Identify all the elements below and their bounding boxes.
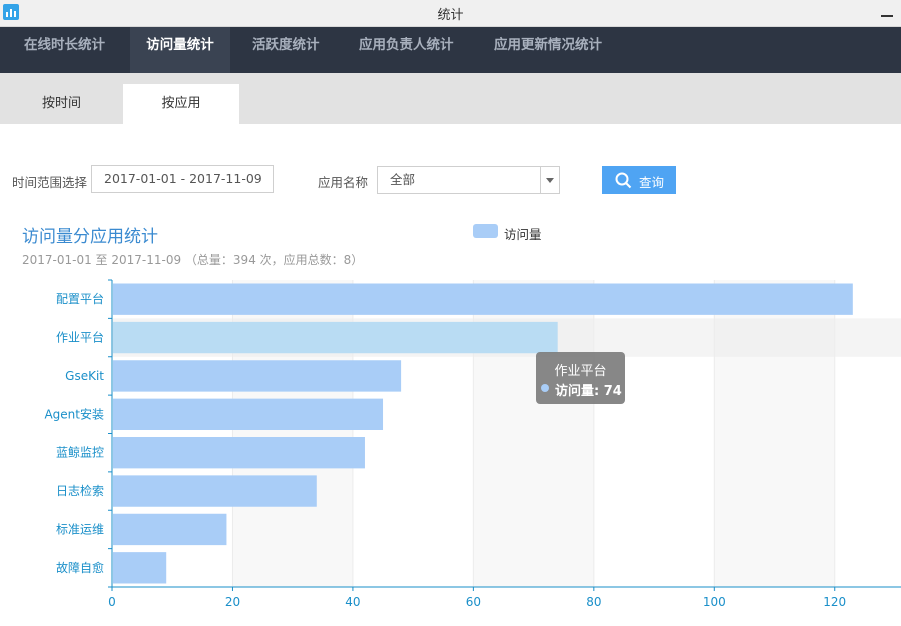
tab-app-owner[interactable]: 应用负责人统计	[359, 27, 469, 73]
chart-subtitle: 2017-01-01 至 2017-11-09 （总量：394 次，应用总数：8…	[22, 253, 364, 267]
tab-app-update[interactable]: 应用更新情况统计	[494, 27, 624, 73]
y-tick-label: 蓝鲸监控	[56, 445, 104, 460]
window-title: 统计	[437, 8, 464, 23]
x-tick-label: 100	[703, 595, 726, 609]
dropdown-arrow-icon[interactable]	[540, 167, 559, 193]
x-tick-label: 40	[345, 595, 360, 609]
date-range-input[interactable]: 2017-01-01 - 2017-11-09	[91, 165, 274, 193]
sub-navigation: 按时间 按应用	[0, 73, 901, 124]
app-name-label: 应用名称	[318, 175, 369, 190]
legend-label: 访问量	[504, 227, 542, 242]
y-tick-label: 日志检索	[56, 483, 104, 498]
top-navigation: 在线时长统计 访问量统计 活跃度统计 应用负责人统计 应用更新情况统计	[0, 27, 901, 73]
query-button-label: 查询	[639, 175, 665, 190]
y-tick-label: 故障自愈	[56, 560, 104, 575]
tab-activity[interactable]: 活跃度统计	[252, 27, 342, 73]
tab-online-duration[interactable]: 在线时长统计	[0, 27, 130, 73]
y-tick-label: 标准运维	[56, 522, 104, 536]
y-tick-label: 作业平台	[56, 330, 104, 345]
bar-6	[113, 513, 227, 546]
subtab-by-time[interactable]: 按时间	[0, 84, 123, 124]
bar-5	[113, 475, 317, 507]
x-tick-label: 80	[586, 595, 601, 609]
bar-2	[113, 360, 402, 392]
chart-title: 访问量分应用统计	[22, 227, 158, 247]
bar-4	[113, 437, 365, 469]
tab-visits[interactable]: 访问量统计	[130, 27, 230, 73]
bar-chart: 配置平台作业平台 GseKit Agent安装蓝鲸监控日志检索标准运维故障自愈 0 20…	[44, 279, 901, 609]
bar-7	[113, 552, 167, 584]
chart-tooltip: 作业平台 访问量: 74	[536, 352, 625, 404]
tooltip-title: 作业平台	[554, 364, 607, 379]
y-tick-label: Agent安装	[44, 406, 104, 421]
y-tick-label: 配置平台	[56, 291, 104, 306]
subtab-by-app[interactable]: 按应用	[123, 84, 239, 124]
search-icon	[615, 172, 632, 189]
bar-1	[113, 321, 558, 354]
time-range-label: 时间范围选择	[12, 175, 88, 190]
window-titlebar: 统计	[0, 0, 901, 27]
x-tick-label: 20	[225, 595, 240, 609]
minimize-icon[interactable]	[877, 0, 897, 24]
app-select[interactable]: 全部	[377, 166, 560, 194]
x-tick-label: 120	[823, 595, 846, 609]
x-tick-label: 60	[466, 595, 481, 609]
tooltip-dot-icon	[541, 384, 549, 392]
tooltip-value: 访问量: 74	[555, 384, 622, 399]
bar-0	[113, 283, 853, 315]
query-button[interactable]: 查询	[602, 166, 676, 194]
legend-swatch[interactable]	[473, 224, 498, 238]
x-tick-label: 0	[108, 595, 116, 609]
bar-3	[113, 398, 384, 430]
y-tick-label: GseKit	[65, 369, 104, 383]
app-select-value: 全部	[390, 172, 416, 187]
